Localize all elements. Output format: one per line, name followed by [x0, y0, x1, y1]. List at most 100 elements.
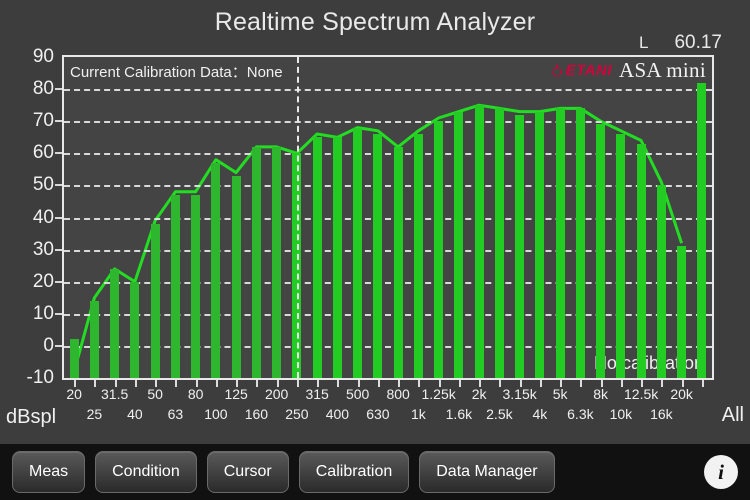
x-axis-tick-label: 12.5k: [624, 386, 659, 402]
spectrum-bar: [616, 134, 626, 378]
spectrum-bar: [211, 162, 221, 378]
spectrum-bar: [272, 146, 282, 378]
x-axis-tick-label: 40: [127, 406, 143, 422]
spectrum-bar: [231, 175, 241, 378]
spectrum-bar: [353, 127, 363, 378]
x-axis-tick-label: 100: [204, 406, 228, 422]
info-icon[interactable]: i: [704, 455, 738, 489]
etani-mark-icon: [550, 64, 564, 78]
spectrum-bar: [535, 111, 545, 378]
y-axis-tick-mark: [55, 248, 62, 251]
spectrum-bar: [434, 121, 444, 378]
y-axis-tick-label: 30: [32, 238, 54, 260]
x-axis-tick-label: 31.5: [101, 386, 129, 402]
x-axis-tick-label: 400: [325, 406, 350, 422]
gridline: [64, 89, 712, 92]
calibration-button[interactable]: Calibration: [298, 451, 410, 493]
spectrum-bar: [373, 134, 383, 378]
spectrum-bar: [636, 143, 646, 378]
spectrum-bar: [515, 114, 525, 378]
spectrum-bar: [332, 137, 342, 378]
cursor-button[interactable]: Cursor: [206, 451, 289, 493]
gridline: [64, 313, 712, 316]
x-axis-tick-label: 5k: [552, 386, 568, 402]
etani-wordmark: ETANI: [565, 62, 612, 79]
spectrum-bar: [575, 108, 585, 378]
bottom-toolbar: Meas Condition Cursor Calibration Data Manag…: [0, 444, 750, 500]
x-axis-tick-label: 80: [187, 386, 204, 402]
spectrum-bar: [89, 300, 99, 378]
x-axis-tick-label: 10k: [609, 406, 633, 422]
spectrum-bar: [69, 339, 79, 378]
y-axis-tick-label: 10: [32, 302, 54, 324]
spectrum-bar: [494, 108, 504, 378]
page-title: Realtime Spectrum Analyzer: [214, 8, 536, 36]
x-axis-tick-label: 2k: [471, 386, 487, 402]
spectrum-bar: [677, 246, 687, 378]
spectrum-bar: [555, 108, 565, 378]
gridline: [64, 217, 712, 220]
condition-button[interactable]: Condition: [95, 451, 197, 493]
no-calibration-label: No calibration: [593, 353, 704, 373]
cursor-line[interactable]: [296, 57, 299, 378]
brand-logo: ETANI ASA mini: [550, 58, 706, 83]
gridline: [64, 153, 712, 156]
y-axis-tick-mark: [55, 184, 62, 187]
y-axis-tick-mark: [55, 88, 62, 91]
x-axis-tick-label: 800: [386, 386, 410, 402]
x-axis-tick-label: 1.25k: [421, 386, 456, 402]
x-axis-tick-label: 63: [167, 406, 184, 422]
spectrum-bar: [596, 124, 606, 378]
y-axis-tick-label: 40: [32, 206, 54, 228]
x-axis-tick-label: 8k: [593, 386, 609, 402]
x-axis-tick-label: 50: [147, 386, 163, 402]
y-axis-tick-mark: [55, 312, 62, 315]
x-axis-tick-label: 3.15k: [502, 386, 537, 402]
x-axis-tick-label: 250: [285, 406, 309, 422]
y-axis-tick-label: 80: [32, 78, 54, 100]
x-axis-tick-label: 2.5k: [486, 406, 513, 422]
all-band-label: All: [721, 404, 744, 426]
y-axis-tick-label: 70: [32, 110, 54, 132]
data-manager-button[interactable]: Data Manager: [419, 451, 555, 493]
level-readout: L 60.17: [639, 32, 722, 54]
y-axis-tick-label: 90: [32, 46, 54, 67]
spectrum-bar: [251, 146, 261, 378]
y-axis-tick-mark: [55, 120, 62, 123]
y-axis-tick-label: 0: [43, 334, 54, 356]
x-axis-tick-label: 630: [366, 406, 390, 422]
spectrum-bar: [150, 223, 160, 378]
y-axis-tick-mark: [55, 216, 62, 219]
spectrum-bar: [110, 268, 120, 378]
gridline: [64, 121, 712, 124]
gridline: [64, 281, 712, 284]
spectrum-bar: [697, 82, 707, 378]
y-axis-tick-label: 20: [32, 270, 54, 292]
spectrum-bar: [393, 146, 403, 378]
x-axis-tick-label: 160: [244, 406, 269, 422]
level-value: 60.17: [674, 32, 722, 53]
x-axis-tick-label: 20: [66, 386, 82, 402]
x-axis-tick-label: 25: [86, 406, 103, 422]
y-axis-tick-label: 60: [32, 142, 54, 164]
x-axis-tick-label: 20k: [670, 386, 693, 402]
spectrum-plot[interactable]: Current Calibration Data：None No calibra…: [62, 55, 714, 380]
spectrum-bar: [170, 195, 180, 378]
gridline: [64, 185, 712, 188]
x-axis-tick-label: 16k: [650, 406, 673, 422]
spectrum-analyzer-app: Realtime Spectrum Analyzer L 60.17 90 80 7…: [0, 0, 750, 500]
meas-button[interactable]: Meas: [12, 451, 86, 493]
x-axis-tick-label: 1k: [410, 406, 426, 422]
spectrum-bar: [312, 137, 322, 378]
y-axis-tick-mark: [55, 280, 62, 283]
spectrum-bar: [454, 111, 464, 378]
x-axis-tick-label: 315: [305, 386, 329, 402]
gridline: [64, 249, 712, 252]
product-name: ASA mini: [618, 58, 706, 82]
x-axis-tick-label: 6.3k: [567, 406, 594, 422]
spectrum-bar: [130, 281, 140, 378]
etani-logo-icon: ETANI: [550, 62, 612, 79]
channel-label: L: [638, 33, 649, 52]
x-axis-tick-label: 200: [264, 386, 289, 402]
x-axis-tick-label: 500: [345, 386, 370, 402]
